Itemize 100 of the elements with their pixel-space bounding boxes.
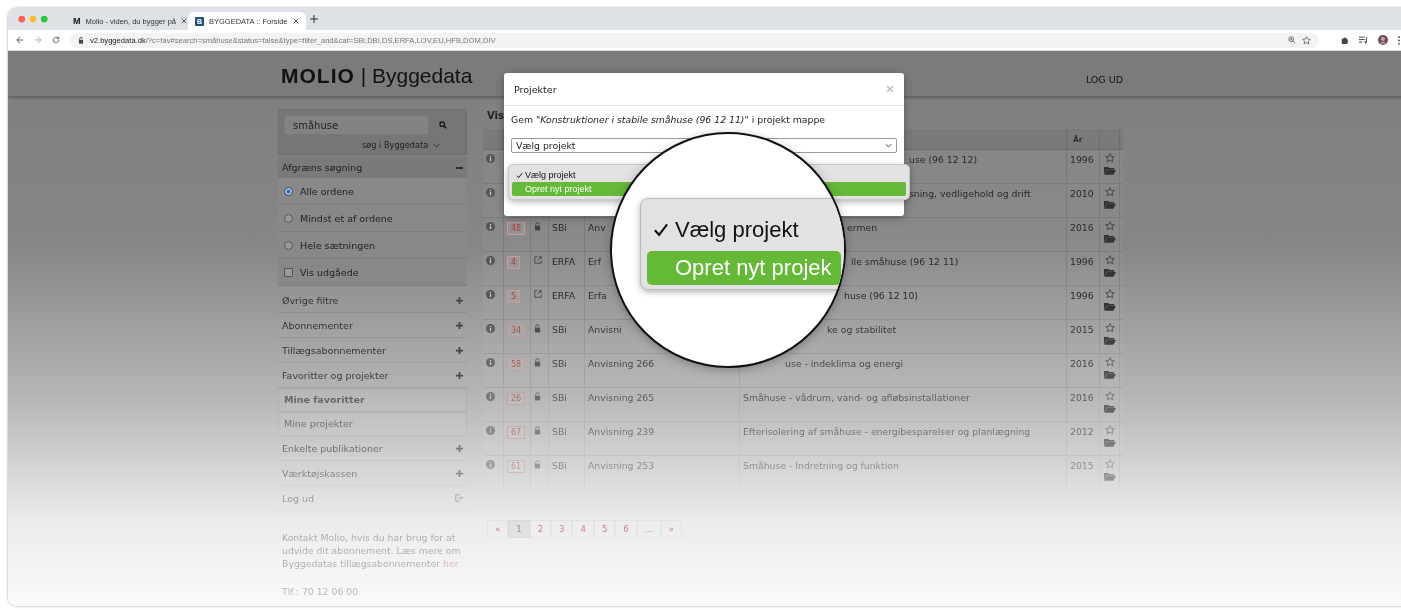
title-link[interactable]: ermen	[847, 222, 878, 233]
search-field[interactable]: småhuse	[284, 115, 429, 135]
info-icon[interactable]	[486, 290, 495, 299]
checkbox[interactable]	[284, 267, 293, 277]
sidebar-section[interactable]: Øvrige filtre	[278, 288, 467, 313]
plus-icon[interactable]	[310, 15, 318, 23]
folder-icon[interactable]	[1103, 472, 1116, 481]
radio-button[interactable]	[284, 240, 293, 250]
star-icon[interactable]	[1104, 391, 1115, 401]
external-link-icon[interactable]	[534, 256, 542, 264]
avatar-icon[interactable]	[1378, 35, 1388, 45]
source-link[interactable]: Anv	[588, 222, 606, 233]
folder-icon[interactable]	[1103, 200, 1116, 209]
page-link[interactable]: ...	[636, 520, 661, 538]
source-link[interactable]: Anvisning 265	[588, 392, 655, 403]
folder-icon[interactable]	[1103, 166, 1116, 175]
sidebar-section[interactable]: Tillægsabonnementer	[278, 338, 467, 363]
plus-icon[interactable]	[456, 346, 463, 354]
source-link[interactable]: Anvisning 239	[588, 426, 655, 437]
star-icon[interactable]	[1104, 187, 1115, 197]
page-link[interactable]: «	[487, 520, 509, 538]
sidebar-section[interactable]: Værktøjskassen	[278, 461, 467, 486]
title-link[interactable]: huse (96 12 10)	[844, 290, 918, 301]
window-controls-icon[interactable]	[18, 15, 48, 23]
source-link[interactable]: Erf	[588, 256, 601, 267]
folder-icon[interactable]	[1103, 268, 1116, 277]
info-icon[interactable]	[486, 256, 495, 265]
search-icon[interactable]	[439, 121, 447, 129]
title-link[interactable]: ile småhuse (96 12 11)	[851, 256, 959, 267]
star-icon[interactable]	[1302, 35, 1311, 45]
menu-option[interactable]: Opret nyt projek	[647, 251, 841, 285]
sidebar-section[interactable]: Enkelte publikationer	[278, 436, 467, 461]
filter-option[interactable]: Vis udgåede	[278, 259, 467, 286]
sidebar-item[interactable]: Mine favoritter	[278, 388, 467, 412]
filter-header[interactable]: Afgræns søgning	[278, 157, 467, 178]
close-icon[interactable]	[293, 18, 299, 24]
source-link[interactable]: Erfa	[588, 290, 607, 301]
star-icon[interactable]	[1104, 323, 1115, 333]
folder-icon[interactable]	[1103, 404, 1116, 413]
minus-icon[interactable]	[456, 166, 463, 169]
page-link[interactable]: 2	[529, 520, 552, 538]
plus-icon[interactable]	[456, 444, 463, 452]
page-link[interactable]: 1	[508, 520, 530, 538]
zoom-icon[interactable]	[1288, 36, 1296, 44]
lock-icon[interactable]	[78, 36, 84, 44]
sidebar-section[interactable]: Log ud	[278, 486, 467, 511]
logo[interactable]: MOLIO | Byggedata	[281, 59, 473, 88]
folder-icon[interactable]	[1103, 302, 1116, 311]
star-icon[interactable]	[1104, 289, 1115, 299]
info-icon[interactable]	[486, 426, 495, 435]
radio-button[interactable]	[284, 213, 293, 223]
menu-option[interactable]: Vælg projekt	[512, 168, 906, 182]
title-link[interactable]: Småhuse - vådrum, vand- og afløbsinstallationer	[743, 392, 970, 403]
star-icon[interactable]	[1104, 153, 1115, 163]
folder-icon[interactable]	[1103, 438, 1116, 447]
source-link[interactable]: Anvisning 253	[588, 460, 655, 471]
title-link[interactable]: ke og stabilitet	[827, 324, 897, 335]
title-link[interactable]: use (96 12 12)	[909, 154, 978, 165]
title-link[interactable]: sning, vedligehold og drift	[909, 188, 1031, 199]
logout-link[interactable]: LOG UD	[1085, 62, 1123, 85]
page-link[interactable]: 4	[572, 520, 594, 538]
folder-icon[interactable]	[1103, 234, 1116, 243]
reload-icon[interactable]	[52, 36, 60, 44]
star-icon[interactable]	[1104, 425, 1115, 435]
plus-icon[interactable]	[456, 296, 463, 304]
star-icon[interactable]	[1104, 255, 1115, 265]
source-link[interactable]: Anvisni	[588, 324, 622, 335]
page-link[interactable]: 3	[551, 520, 573, 538]
info-icon[interactable]	[486, 358, 495, 367]
back-arrow-icon[interactable]	[16, 36, 24, 44]
title-link[interactable]: Efterisolering af småhuse - energibesparelser og planlægning	[743, 426, 1031, 437]
plus-icon[interactable]	[456, 371, 463, 379]
star-icon[interactable]	[1104, 357, 1115, 367]
folder-icon[interactable]	[1103, 370, 1116, 379]
external-link-icon[interactable]	[534, 290, 542, 298]
plus-icon[interactable]	[456, 469, 463, 477]
info-icon[interactable]	[486, 392, 495, 401]
close-icon[interactable]	[180, 18, 187, 24]
list-icon[interactable]	[1359, 36, 1368, 44]
folder-icon[interactable]	[1103, 336, 1116, 345]
plus-icon[interactable]	[456, 321, 463, 329]
filter-option[interactable]: Alle ordene	[278, 178, 467, 205]
page-link[interactable]: »	[660, 520, 683, 538]
title-link[interactable]: use - indeklima og energi	[785, 358, 904, 369]
info-icon[interactable]	[486, 324, 495, 333]
menu-option[interactable]: Vælg projekt	[647, 213, 841, 247]
puzzle-icon[interactable]	[1341, 36, 1349, 44]
info-icon[interactable]	[486, 222, 495, 231]
filter-option[interactable]: Mindst et af ordene	[278, 205, 467, 232]
radio-button[interactable]	[284, 186, 293, 196]
count-badge: 67	[507, 426, 526, 439]
source-link[interactable]: Anvisning 266	[588, 358, 655, 369]
info-icon[interactable]	[486, 188, 495, 197]
sidebar-section[interactable]: Favoritter og projekter	[278, 363, 467, 388]
info-icon[interactable]	[486, 154, 495, 163]
star-icon[interactable]	[1104, 221, 1115, 231]
page-link[interactable]: 5	[593, 520, 616, 538]
sidebar-section[interactable]: Abonnementer	[278, 313, 467, 338]
page-link[interactable]: 6	[615, 520, 637, 538]
sidebar-item[interactable]: Mine projekter	[278, 412, 467, 436]
